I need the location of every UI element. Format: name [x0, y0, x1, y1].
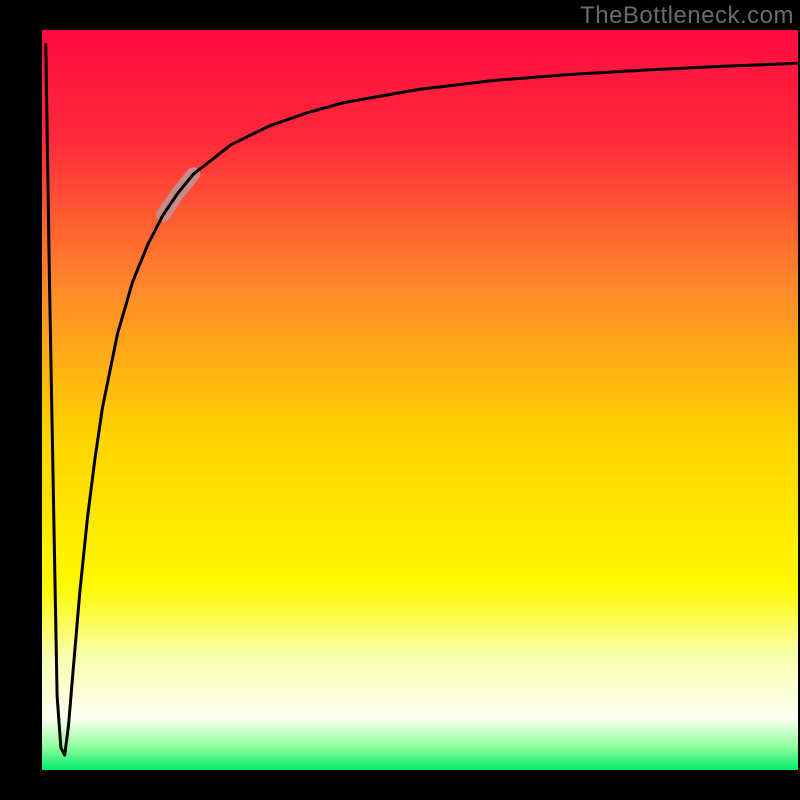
chart-frame: TheBottleneck.com	[0, 0, 800, 800]
axis-bottom	[0, 770, 800, 800]
bottleneck-chart	[0, 0, 800, 800]
watermark: TheBottleneck.com	[580, 2, 794, 30]
plot-background	[42, 30, 798, 770]
axis-left	[0, 0, 42, 800]
